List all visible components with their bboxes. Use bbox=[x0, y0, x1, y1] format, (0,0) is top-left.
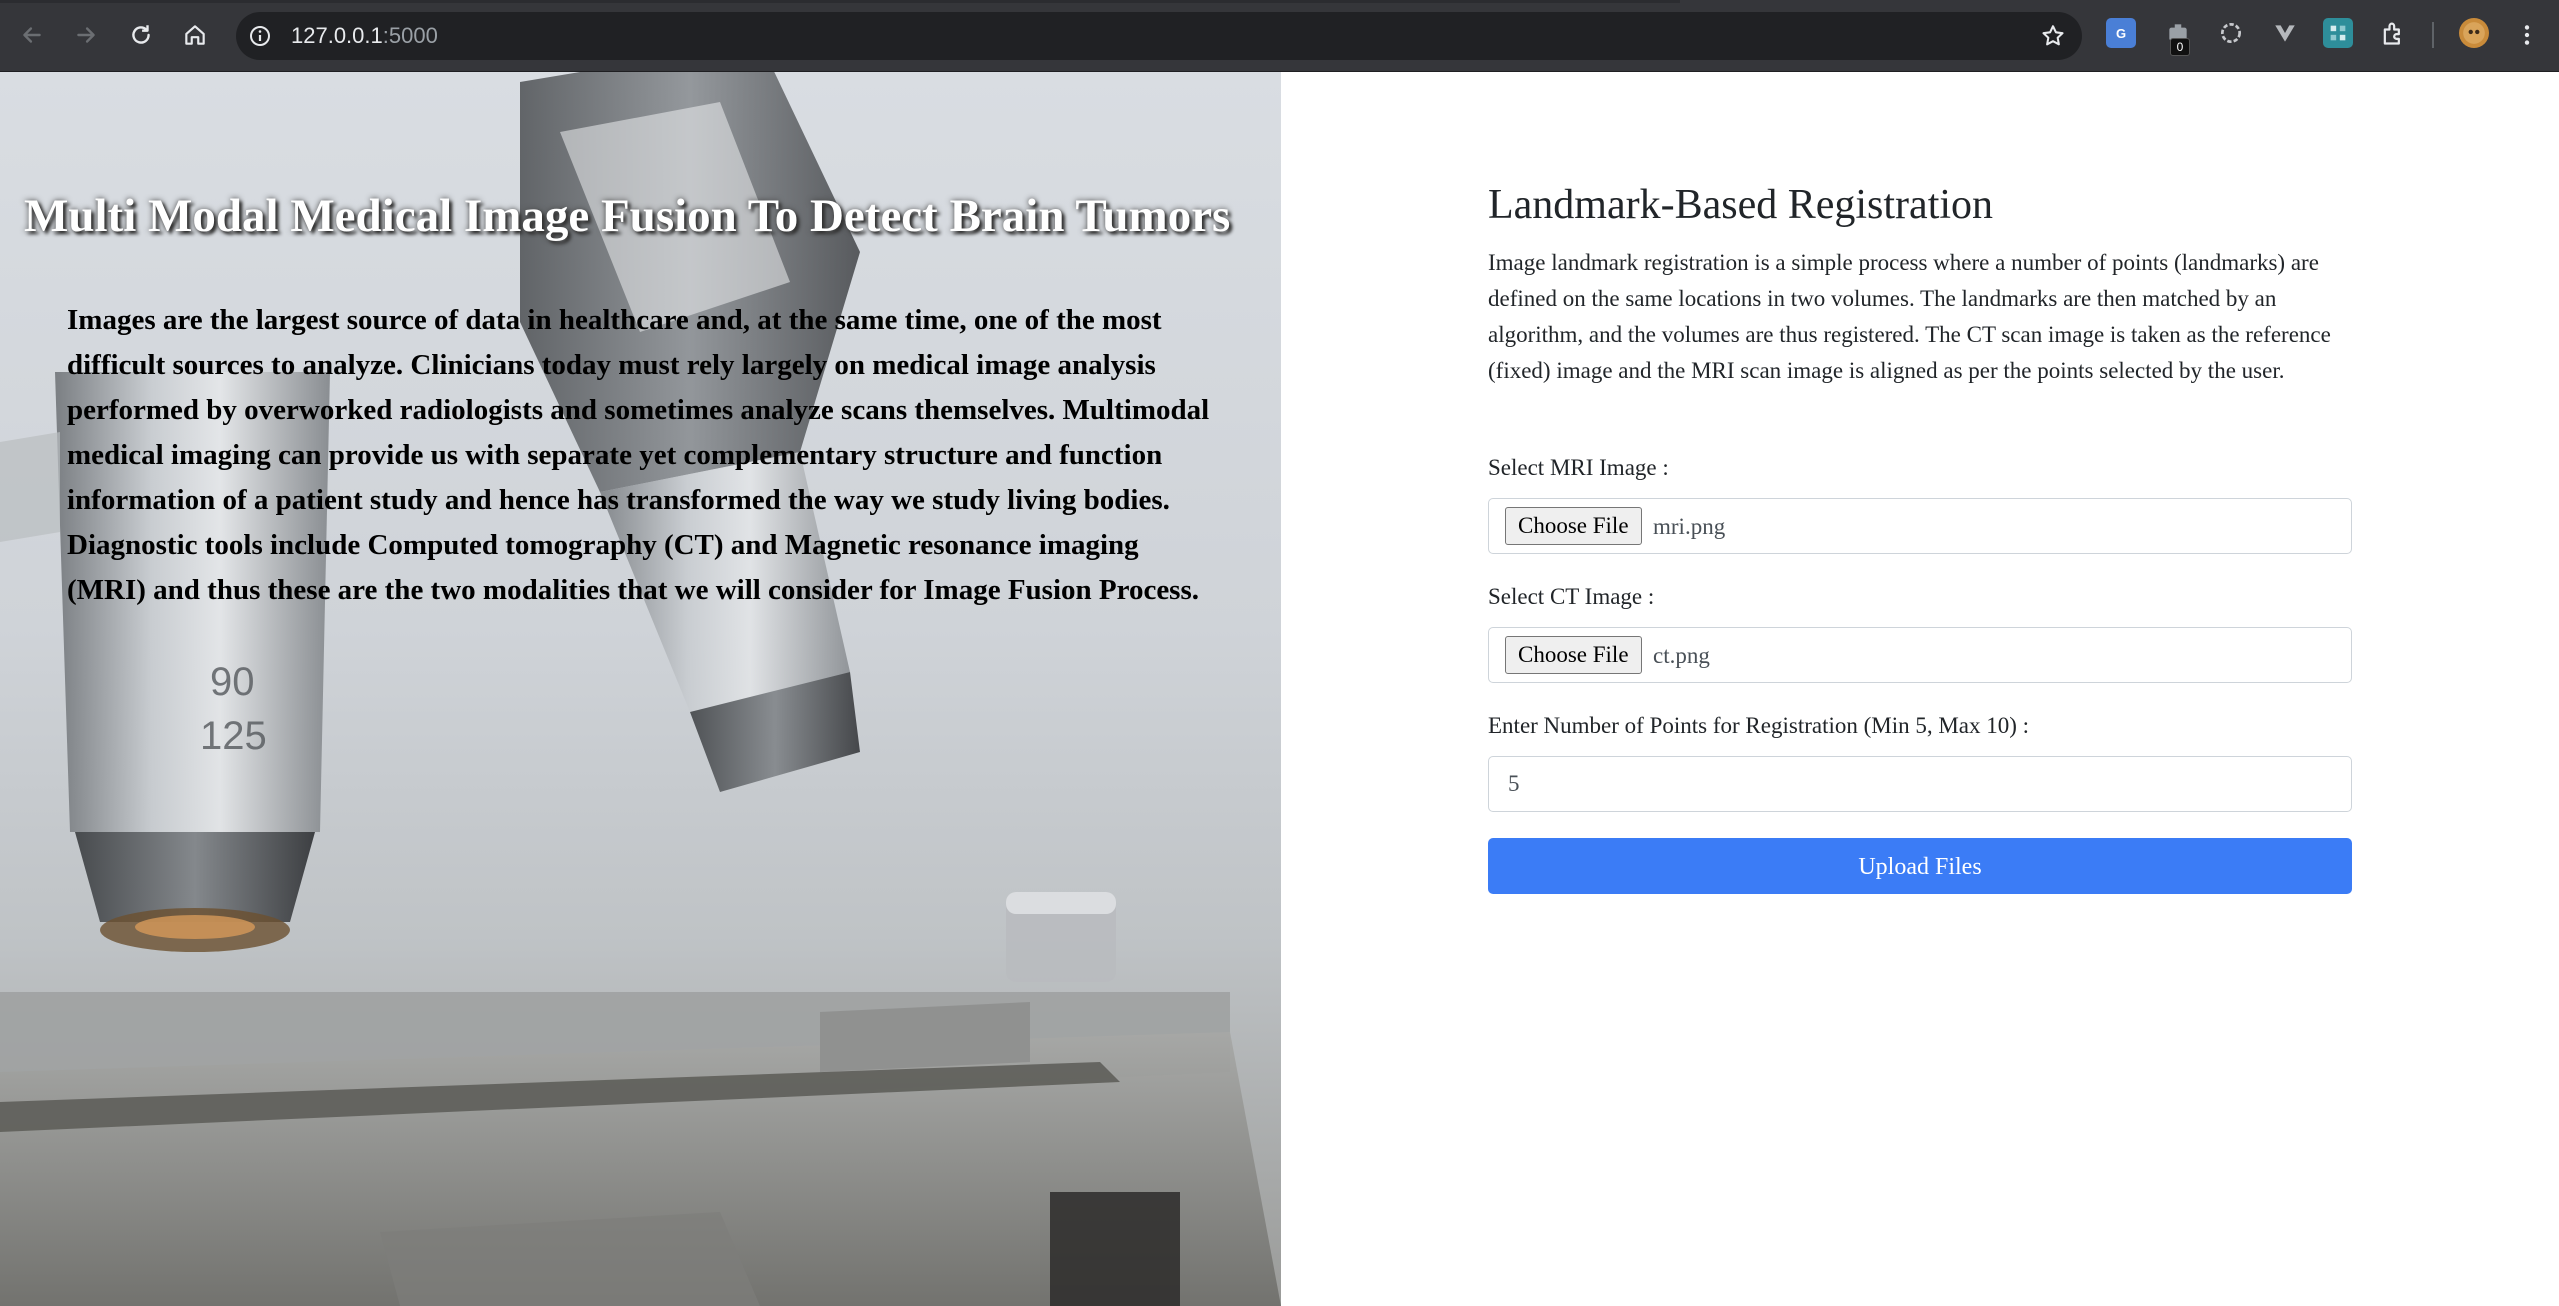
translate-extension-icon[interactable]: G bbox=[2106, 18, 2136, 48]
puzzle-piece-icon bbox=[2383, 22, 2400, 45]
points-field[interactable] bbox=[1488, 756, 2352, 812]
pattern-icon bbox=[2330, 25, 2346, 41]
lens-marking-1: 90 bbox=[210, 660, 255, 704]
form-heading: Landmark-Based Registration bbox=[1488, 182, 1994, 228]
v-shape-icon bbox=[2275, 25, 2295, 42]
url-port: :5000 bbox=[382, 23, 438, 48]
ct-file-name: ct.png bbox=[1653, 643, 1710, 668]
back-button[interactable] bbox=[13, 16, 51, 54]
reload-icon bbox=[132, 25, 150, 44]
flower-icon bbox=[2220, 22, 2242, 44]
avatar-face-icon bbox=[2463, 22, 2485, 44]
mri-file-input[interactable]: Choose File mri.png bbox=[1488, 498, 2352, 554]
mri-choose-file-button[interactable]: Choose File bbox=[1505, 507, 1642, 545]
kebab-menu-icon bbox=[2524, 25, 2530, 45]
url-host: 127.0.0.1 bbox=[291, 23, 383, 48]
openai-extension-icon[interactable] bbox=[2216, 18, 2246, 48]
reload-button[interactable] bbox=[122, 16, 160, 54]
home-icon bbox=[185, 25, 205, 45]
extensions-menu-button[interactable] bbox=[2378, 18, 2408, 48]
points-label: Enter Number of Points for Registration … bbox=[1488, 713, 2030, 738]
profile-avatar[interactable] bbox=[2459, 18, 2489, 48]
hero-title: Multi Modal Medical Image Fusion To Dete… bbox=[24, 190, 1231, 242]
tab-strip-edge bbox=[0, 0, 1680, 3]
hero-description: Images are the largest source of data in… bbox=[67, 304, 1210, 606]
grid-extension-icon[interactable] bbox=[2323, 18, 2353, 48]
registration-panel: Landmark-Based Registration Image landma… bbox=[1281, 72, 2559, 1306]
form-description: Image landmark registration is a simple … bbox=[1488, 250, 2331, 383]
points-input[interactable] bbox=[1489, 757, 2351, 811]
address-bar[interactable]: 127.0.0.1:5000 bbox=[236, 12, 2082, 60]
forward-arrow-icon bbox=[77, 27, 95, 43]
microscope-background-image bbox=[0, 72, 1281, 1306]
browser-toolbar: 127.0.0.1:5000 G 0 bbox=[0, 0, 2559, 72]
address-url[interactable]: 127.0.0.1:5000 bbox=[291, 23, 438, 49]
ct-choose-file-button[interactable]: Choose File bbox=[1505, 636, 1642, 674]
back-arrow-icon bbox=[23, 27, 41, 43]
site-info-icon[interactable] bbox=[248, 24, 272, 48]
hero-section: 90 125 Multi Modal Medical Image Fusion … bbox=[0, 72, 1281, 1306]
mri-label: Select MRI Image : bbox=[1488, 455, 1669, 480]
vue-extension-icon[interactable] bbox=[2270, 18, 2300, 48]
ct-label: Select CT Image : bbox=[1488, 584, 1655, 609]
home-button[interactable] bbox=[176, 16, 214, 54]
forward-button[interactable] bbox=[67, 16, 105, 54]
extension-badge: 0 bbox=[2170, 38, 2190, 56]
upload-files-button[interactable]: Upload Files bbox=[1488, 838, 2352, 894]
bookmark-star-icon[interactable] bbox=[2040, 23, 2066, 49]
browser-menu-button[interactable] bbox=[2508, 16, 2546, 54]
toolbar-separator bbox=[2432, 22, 2434, 48]
lens-marking-2: 125 bbox=[200, 714, 267, 758]
ct-file-input[interactable]: Choose File ct.png bbox=[1488, 627, 2352, 683]
mri-file-name: mri.png bbox=[1653, 514, 1726, 539]
